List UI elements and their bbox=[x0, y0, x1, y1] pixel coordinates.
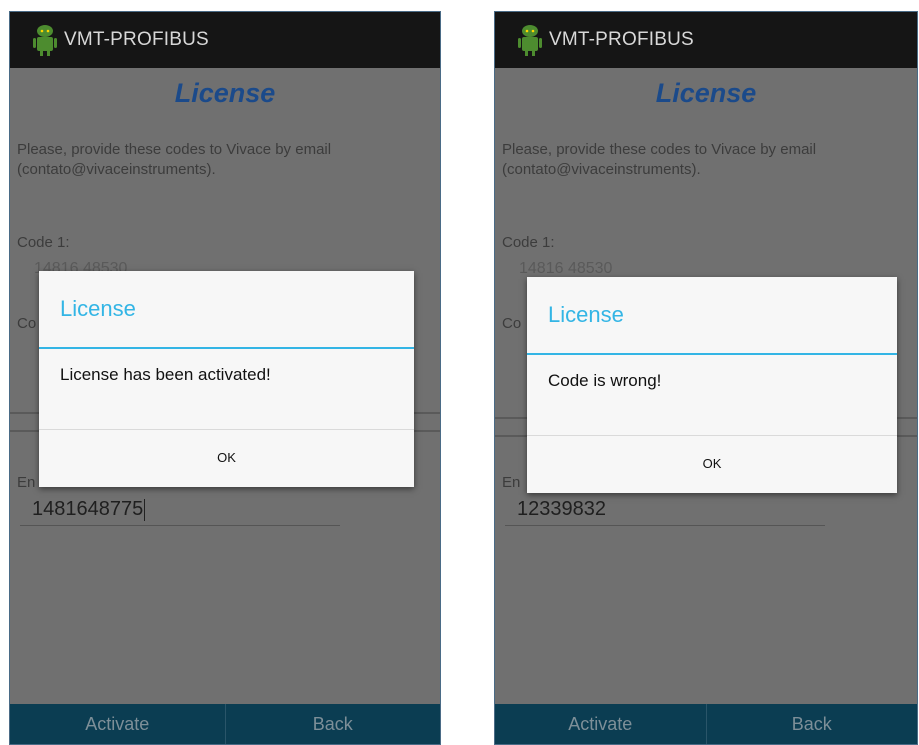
dialog-message: Code is wrong! bbox=[548, 371, 662, 390]
dialog-title: License bbox=[527, 277, 897, 355]
activate-button[interactable]: Activate bbox=[10, 704, 225, 744]
back-button[interactable]: Back bbox=[224, 704, 441, 744]
code1-value: 14816 48530 bbox=[519, 260, 613, 277]
screen-title: License bbox=[174, 78, 276, 108]
app-title: VMT-PROFIBUS bbox=[549, 29, 694, 50]
app-title: VMT-PROFIBUS bbox=[64, 29, 209, 50]
phone-screen-error: VMT-PROFIBUS License Please, provide the… bbox=[494, 11, 918, 745]
dialog-ok-label: OK bbox=[702, 456, 722, 471]
screen-title: License bbox=[655, 78, 757, 108]
dialog-ok-button[interactable]: OK bbox=[527, 435, 897, 491]
dialog-message: License has been activated! bbox=[60, 365, 271, 384]
dialog-ok-button[interactable]: OK bbox=[39, 429, 414, 485]
bottom-button-bar: Activate Back bbox=[495, 704, 917, 744]
enter-code-value: 12339832 bbox=[517, 498, 606, 520]
enter-code-input[interactable]: 12339832 bbox=[505, 494, 825, 526]
code1-label: Code 1: bbox=[17, 234, 70, 251]
code2-label: Co bbox=[502, 315, 522, 332]
code2-label: Co bbox=[17, 315, 37, 332]
code1-label: Code 1: bbox=[502, 234, 555, 251]
text-cursor bbox=[144, 498, 146, 521]
enter-code-label: En bbox=[502, 474, 521, 491]
enter-code-input[interactable]: 1481648775 bbox=[20, 494, 340, 526]
bottom-button-bar: Activate Back bbox=[10, 704, 440, 744]
enter-code-value: 1481648775 bbox=[32, 498, 144, 520]
enter-code-label: En bbox=[17, 474, 36, 491]
android-robot-icon bbox=[518, 25, 542, 56]
activate-button[interactable]: Activate bbox=[495, 704, 706, 744]
license-dialog: License License has been activated! OK bbox=[39, 271, 414, 487]
dialog-title: License bbox=[39, 271, 414, 349]
android-robot-icon bbox=[33, 25, 57, 56]
license-dialog: License Code is wrong! OK bbox=[527, 277, 897, 493]
instructions-text: Please, provide these codes to Vivace by… bbox=[502, 141, 817, 178]
instructions-text: Please, provide these codes to Vivace by… bbox=[17, 141, 332, 178]
action-bar: VMT-PROFIBUS bbox=[495, 12, 917, 68]
back-button[interactable]: Back bbox=[705, 704, 918, 744]
action-bar: VMT-PROFIBUS bbox=[10, 12, 440, 68]
phone-screen-activated: VMT-PROFIBUS License Please, provide the… bbox=[9, 11, 441, 745]
dialog-ok-label: OK bbox=[217, 450, 236, 465]
